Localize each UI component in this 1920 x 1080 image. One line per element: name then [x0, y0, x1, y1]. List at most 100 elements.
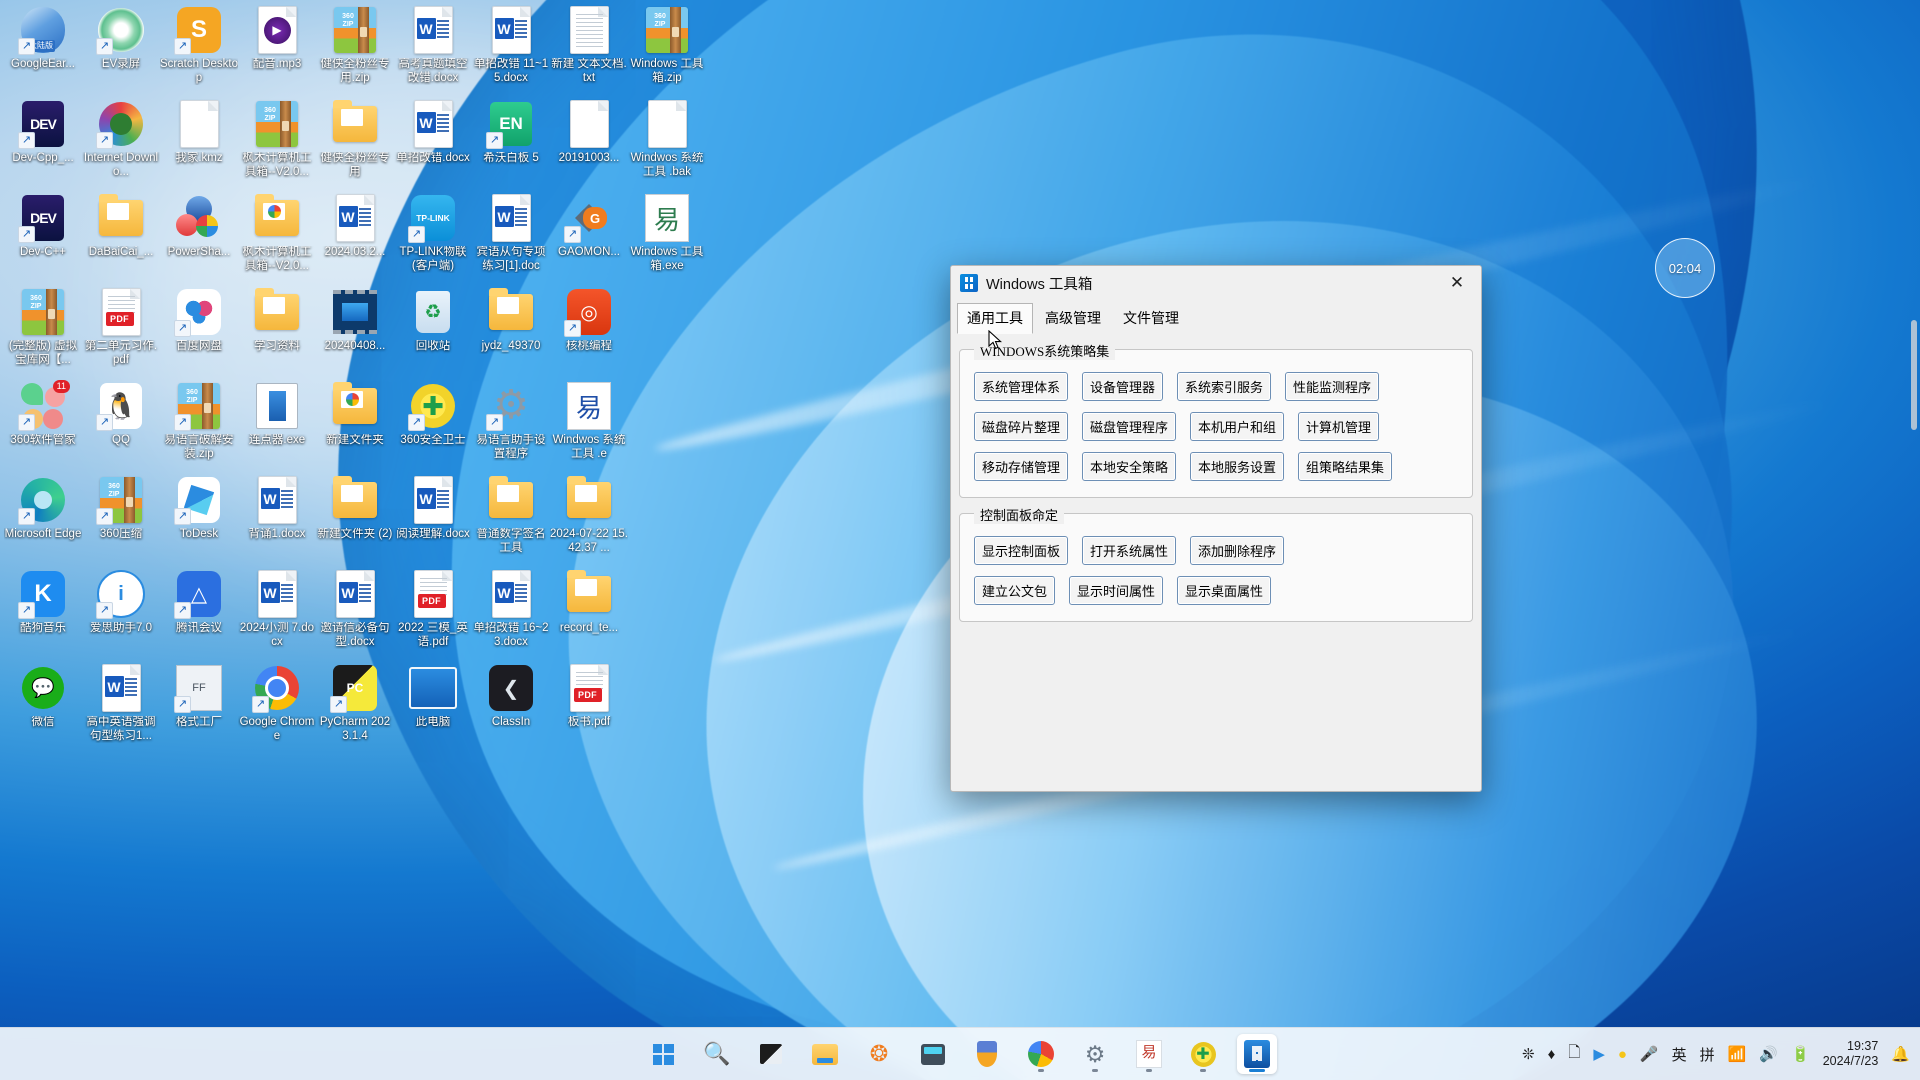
- wps-button[interactable]: ❂: [859, 1034, 899, 1074]
- tool-button[interactable]: 磁盘碎片整理: [974, 412, 1069, 441]
- desktop-icon[interactable]: K 酷狗音乐: [4, 570, 82, 636]
- desktop-icon[interactable]: TP-LINK TP-LINK物联 (客户端): [394, 194, 472, 273]
- desktop-icon[interactable]: W 宾语从句专项练习[1].doc: [472, 194, 550, 273]
- desktop-icon[interactable]: DEV Dev-Cpp_...: [4, 100, 82, 166]
- tool-button[interactable]: 本地服务设置: [1190, 452, 1285, 481]
- copy-icon[interactable]: 🗋: [1568, 1042, 1580, 1067]
- desktop-icon[interactable]: 新建文件夹: [316, 382, 394, 448]
- desktop-icon[interactable]: S Scratch Desktop: [160, 6, 238, 85]
- tool-button[interactable]: 打开系统属性: [1082, 536, 1177, 565]
- desktop-icon[interactable]: 360 ZIP (完整版) 虚拟宝库网【...: [4, 288, 82, 367]
- desktop-icon[interactable]: 大陆版 GoogleEar...: [4, 6, 82, 72]
- tool-button[interactable]: 移动存储管理: [974, 452, 1069, 481]
- close-icon[interactable]: ✕: [1435, 267, 1479, 299]
- tool-button[interactable]: 组策略结果集: [1298, 452, 1393, 481]
- tool-button[interactable]: 显示桌面属性: [1177, 576, 1272, 605]
- desktop-icon[interactable]: DEV Dev-C++: [4, 194, 82, 260]
- tool-button[interactable]: 显示控制面板: [974, 536, 1069, 565]
- desktop-icon[interactable]: ❮ ClassIn: [472, 664, 550, 730]
- desktop-icon[interactable]: 新建文件夹 (2): [316, 476, 394, 542]
- 360-tray-icon[interactable]: ●: [1618, 1046, 1627, 1063]
- desktop-icon[interactable]: EV录屏: [82, 6, 160, 72]
- desktop-icon[interactable]: 360 ZIP 枫木计算机工具箱--V2.0...: [238, 100, 316, 179]
- tool-button[interactable]: 设备管理器: [1082, 372, 1164, 401]
- ime-language-indicator[interactable]: 英: [1672, 1044, 1687, 1065]
- eyu-button[interactable]: 易: [1129, 1034, 1169, 1074]
- desktop-icon[interactable]: 易 Windows 工具箱.exe: [628, 194, 706, 273]
- desktop-icon[interactable]: 11 360软件管家: [4, 380, 82, 448]
- desktop-icon[interactable]: W 单招改错.docx: [394, 100, 472, 166]
- wifi-icon[interactable]: 📶: [1728, 1045, 1747, 1063]
- desktop-icon[interactable]: 我家.kmz: [160, 100, 238, 166]
- 360-button[interactable]: ✚: [1183, 1034, 1223, 1074]
- desktop-icon[interactable]: 易 Windwos 系统工具 .e: [550, 382, 628, 461]
- desktop-icon[interactable]: G GAOMON...: [550, 194, 628, 260]
- desktop-icon[interactable]: 💬 微信: [4, 664, 82, 730]
- desktop-icon[interactable]: 360 ZIP Windows 工具箱.zip: [628, 6, 706, 85]
- desktop-icon[interactable]: 枫木计算机工具箱--V2.0...: [238, 194, 316, 273]
- desktop-icon[interactable]: record_te...: [550, 570, 628, 636]
- desktop-icon[interactable]: 360 ZIP 健侠全粉丝专用.zip: [316, 6, 394, 85]
- chrome-button[interactable]: [1021, 1034, 1061, 1074]
- desktop-icon[interactable]: ⚙ 易语言助手设置程序: [472, 382, 550, 461]
- desktop-icon[interactable]: W 2024小测 7.docx: [238, 570, 316, 649]
- desktop-icon[interactable]: Windwos 系统工具 .bak: [628, 100, 706, 179]
- desktop-icon[interactable]: 连点器.exe: [238, 382, 316, 448]
- desktop-icon[interactable]: 360ZIP 易语言破解安装.zip: [160, 382, 238, 461]
- windows-toolbox-button[interactable]: [1237, 1034, 1277, 1074]
- desktop-icon[interactable]: W 高中英语强调句型练习1...: [82, 664, 160, 743]
- desktop-icon[interactable]: Internet Downlo...: [82, 100, 160, 179]
- flower-icon[interactable]: ❊: [1522, 1045, 1535, 1063]
- bell-icon[interactable]: 🔔: [1891, 1045, 1910, 1063]
- desktop-icon[interactable]: Google Chrome: [238, 664, 316, 743]
- dialog-titlebar[interactable]: Windows 工具箱 ✕: [951, 266, 1481, 300]
- settings-button[interactable]: ⚙: [1075, 1034, 1115, 1074]
- tool-button[interactable]: 磁盘管理程序: [1082, 412, 1177, 441]
- tool-button[interactable]: 计算机管理: [1298, 412, 1380, 441]
- desktop-icon[interactable]: W 2024.03.2...: [316, 194, 394, 260]
- battery-icon[interactable]: 🔋: [1791, 1045, 1810, 1063]
- task-view-button[interactable]: [751, 1034, 791, 1074]
- desktop-icon[interactable]: W 背诵1.docx: [238, 476, 316, 542]
- desktop-icon[interactable]: PC PyCharm 2023.1.4: [316, 664, 394, 743]
- desktop-icon[interactable]: 2024-07-22 15.42.37 ...: [550, 476, 628, 555]
- tab-1[interactable]: 通用工具: [957, 303, 1033, 334]
- desktop-icon[interactable]: W 阅读理解.docx: [394, 476, 472, 542]
- tool-button[interactable]: 显示时间属性: [1069, 576, 1164, 605]
- desktop-clock-widget[interactable]: 02:04: [1655, 238, 1715, 298]
- desktop-icon[interactable]: △ 腾讯会议: [160, 570, 238, 636]
- tab-2[interactable]: 高级管理: [1035, 303, 1111, 334]
- desktop-icon[interactable]: PowerSha...: [160, 194, 238, 260]
- desktop-icon[interactable]: 🐧 QQ: [82, 382, 160, 448]
- desktop-icon[interactable]: 学习资料: [238, 288, 316, 354]
- desktop-icon[interactable]: EN 希沃白板 5: [472, 100, 550, 166]
- desktop-icon[interactable]: W 高考真题填空改错.docx: [394, 6, 472, 85]
- search-button[interactable]: 🔍: [697, 1034, 737, 1074]
- desktop-icon[interactable]: PDF 2022 三模_英语.pdf: [394, 570, 472, 649]
- file-explorer-button[interactable]: [805, 1034, 845, 1074]
- desktop-icon[interactable]: 360ZIP 360压缩: [82, 476, 160, 542]
- desktop-icon[interactable]: DaBaiCai_...: [82, 194, 160, 260]
- desktop-icon[interactable]: 20240408...: [316, 288, 394, 354]
- desktop-icon[interactable]: 20191003...: [550, 100, 628, 166]
- tool-button[interactable]: 性能监测程序: [1285, 372, 1380, 401]
- desktop-icon[interactable]: ◎ 核桃编程: [550, 288, 628, 354]
- desktop-scrollbar[interactable]: [1911, 320, 1917, 430]
- tool-button[interactable]: 本地安全策略: [1082, 452, 1177, 481]
- gaomon-icon[interactable]: ♦: [1548, 1046, 1556, 1063]
- desktop-icon[interactable]: W 邀请信必备句型.docx: [316, 570, 394, 649]
- desktop-icon[interactable]: 普通数字签名工具: [472, 476, 550, 555]
- desktop-icon[interactable]: PDF 板书.pdf: [550, 664, 628, 730]
- tool-button[interactable]: 建立公文包: [974, 576, 1056, 605]
- desktop-icon[interactable]: 健侠全粉丝专用: [316, 100, 394, 179]
- xunlei-button[interactable]: [967, 1034, 1007, 1074]
- start-button[interactable]: [643, 1034, 683, 1074]
- desktop-icon[interactable]: PDF 第二单元习作.pdf: [82, 288, 160, 367]
- volume-icon[interactable]: 🔊: [1759, 1045, 1778, 1063]
- desktop-icon[interactable]: ToDesk: [160, 476, 238, 542]
- taskbar-clock[interactable]: 19:37 2024/7/23: [1823, 1039, 1879, 1069]
- desktop-icon[interactable]: 百度网盘: [160, 288, 238, 354]
- todesk-icon[interactable]: ▶: [1593, 1045, 1605, 1063]
- ime-mode-indicator[interactable]: 拼: [1700, 1044, 1715, 1065]
- desktop-icon[interactable]: i 爱思助手7.0: [82, 570, 160, 636]
